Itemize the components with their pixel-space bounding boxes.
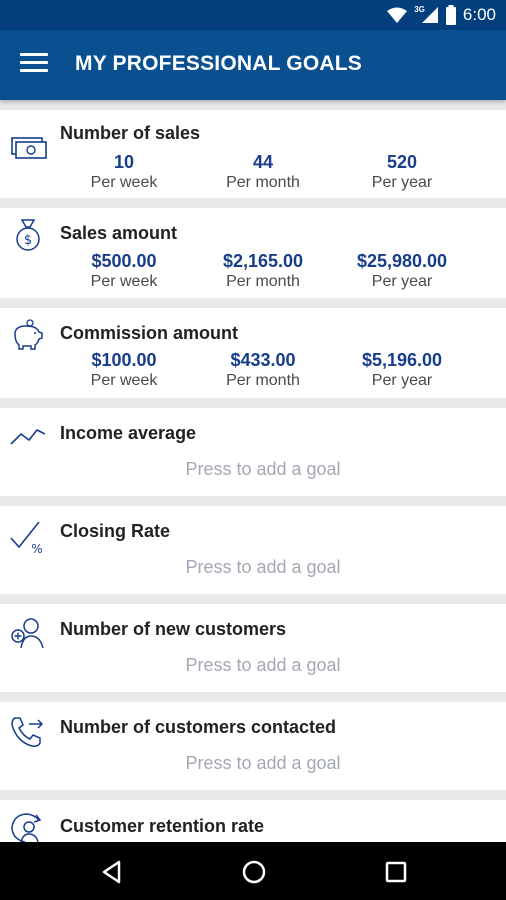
label-per-year: Per year — [371, 372, 433, 389]
status-bar: 3G 6:00 — [0, 0, 506, 30]
goal-values: $100.00 Per week $433.00 Per month $5,196.… — [0, 350, 506, 394]
svg-text:$: $ — [24, 233, 32, 248]
label-per-week: Per week — [90, 372, 158, 389]
check-percent-icon: % — [10, 521, 43, 554]
value-per-month: $433.00 — [230, 350, 296, 370]
trend-line-icon — [10, 428, 46, 445]
label-per-week: Per week — [90, 174, 158, 191]
user-refresh-icon — [11, 813, 42, 842]
hamburger-menu-icon[interactable] — [20, 53, 48, 77]
label-per-year: Per year — [371, 273, 433, 290]
page-title: MY PROFESSIONAL GOALS — [75, 52, 362, 75]
goal-title: Commission amount — [60, 323, 239, 343]
add-goal-prompt[interactable]: Press to add a goal — [0, 459, 506, 480]
goal-card-income-average[interactable]: Income average Press to add a goal — [0, 408, 506, 496]
add-goal-prompt[interactable]: Press to add a goal — [0, 557, 506, 578]
goal-title: Number of customers contacted — [60, 717, 337, 737]
label-per-month: Per month — [226, 273, 300, 290]
goal-card-new-customers[interactable]: Number of new customers Press to add a g… — [0, 604, 506, 692]
navigation-bar — [0, 842, 506, 900]
goal-title: Number of sales — [60, 123, 201, 143]
add-goal-prompt[interactable]: Press to add a goal — [0, 655, 506, 676]
network-type-label: 3G — [414, 4, 425, 14]
value-per-year: $25,980.00 — [356, 251, 448, 271]
status-time: 6:00 — [462, 5, 496, 24]
goal-card-retention-rate[interactable]: Customer retention rate — [0, 800, 506, 842]
goal-title: Closing Rate — [60, 521, 171, 541]
recents-icon[interactable] — [382, 858, 410, 886]
goal-card-closing-rate[interactable]: % Closing Rate Press to add a goal — [0, 506, 506, 594]
status-icons: 3G 6:00 — [386, 5, 496, 25]
value-per-month: 44 — [252, 152, 274, 172]
goal-card-customers-contacted[interactable]: Number of customers contacted Press to a… — [0, 702, 506, 790]
goal-card-commission-amount[interactable]: Commission amount $100.00 Per week $433.0… — [0, 308, 506, 398]
value-per-month: $2,165.00 — [222, 251, 304, 271]
value-per-week: $500.00 — [91, 251, 157, 271]
value-per-year: $5,196.00 — [361, 350, 443, 370]
goal-title: Income average — [60, 423, 197, 443]
home-icon[interactable] — [240, 858, 268, 886]
phone-outgoing-icon — [11, 717, 44, 747]
value-per-week: 10 — [113, 152, 135, 172]
value-per-year: 520 — [386, 152, 418, 172]
add-goal-prompt[interactable]: Press to add a goal — [0, 753, 506, 774]
money-bag-icon: $ — [16, 219, 40, 251]
goal-title: Sales amount — [60, 223, 178, 243]
wifi-icon — [387, 7, 408, 23]
piggy-bank-icon — [14, 319, 43, 350]
app-bar: MY PROFESSIONAL GOALS — [0, 30, 506, 100]
goal-title: Customer retention rate — [60, 816, 265, 836]
svg-text:%: % — [31, 542, 42, 554]
label-per-month: Per month — [226, 174, 300, 191]
goal-values: 10 Per week 44 Per month 520 Per year — [0, 152, 506, 196]
add-user-icon — [11, 618, 44, 649]
label-per-year: Per year — [371, 174, 433, 191]
goal-title: Number of new customers — [60, 619, 287, 639]
goals-list[interactable]: Number of sales 10 Per week 44 Per month 5… — [0, 100, 506, 842]
goal-values: $500.00 Per week $2,165.00 Per month $25,9… — [0, 251, 506, 295]
battery-icon — [445, 5, 456, 25]
goal-card-sales-amount[interactable]: $ Sales amount $500.00 Per week $2,165.00… — [0, 208, 506, 298]
label-per-month: Per month — [226, 372, 300, 389]
goal-card-number-of-sales[interactable]: Number of sales 10 Per week 44 Per month 5… — [0, 110, 506, 198]
value-per-week: $100.00 — [91, 350, 157, 370]
back-icon[interactable] — [98, 858, 126, 886]
label-per-week: Per week — [90, 273, 158, 290]
